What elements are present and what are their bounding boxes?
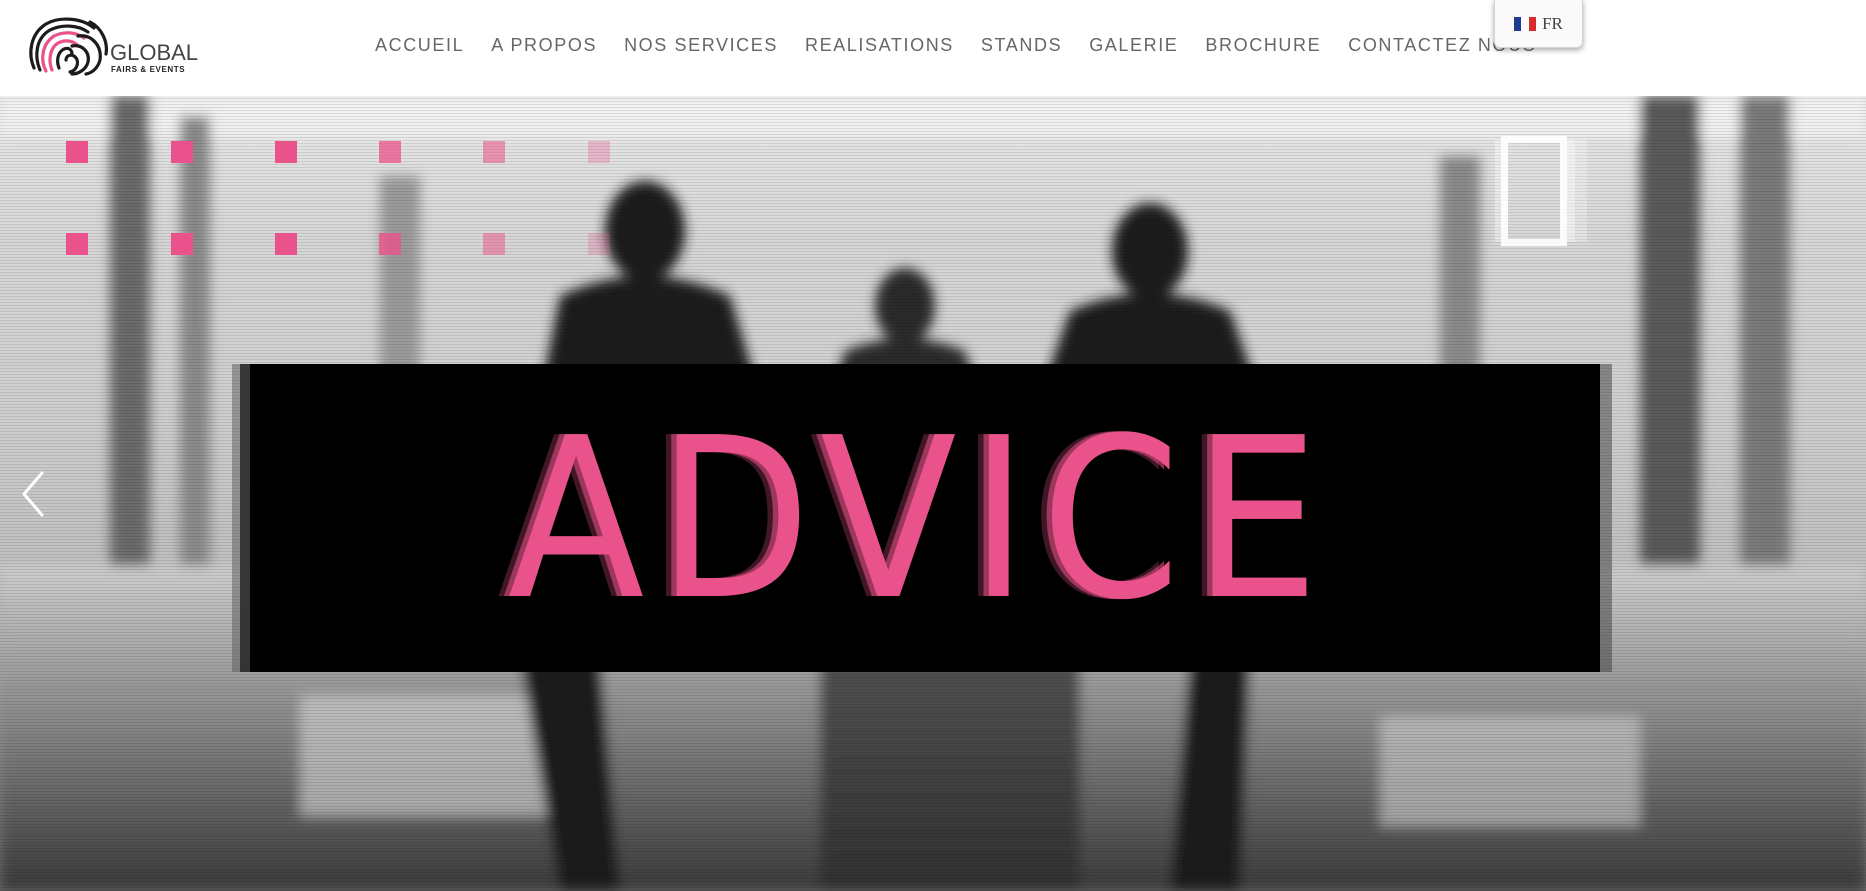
headline-banner: ADVICE — [250, 364, 1600, 672]
square-dot — [275, 141, 297, 163]
slider-prev-button[interactable] — [16, 469, 50, 519]
square-dot — [379, 233, 401, 255]
hero-headline: ADVICE — [508, 391, 1332, 649]
language-label: FR — [1542, 13, 1563, 33]
nav-item-realisations[interactable]: REALISATIONS — [805, 35, 954, 56]
square-dot — [588, 233, 610, 255]
nav-item-stands[interactable]: STANDS — [981, 35, 1062, 56]
decorative-frame — [1501, 136, 1567, 246]
square-dot — [275, 233, 297, 255]
site-header: GLOBAL FAIRS & EVENTS ACCUEIL A PROPOS N… — [0, 0, 1866, 96]
logo-tagline: FAIRS & EVENTS — [111, 65, 186, 74]
logo[interactable]: GLOBAL FAIRS & EVENTS — [26, 16, 199, 76]
language-switcher[interactable]: FR — [1494, 0, 1583, 48]
square-dot — [379, 141, 401, 163]
nav-item-brochure[interactable]: BROCHURE — [1205, 35, 1321, 56]
nav-item-accueil[interactable]: ACCUEIL — [375, 35, 464, 56]
square-dot — [171, 141, 193, 163]
nav-item-a-propos[interactable]: A PROPOS — [491, 35, 597, 56]
france-flag-icon — [1514, 16, 1537, 31]
square-dot — [483, 141, 505, 163]
square-dot — [171, 233, 193, 255]
chevron-left-icon — [22, 471, 44, 517]
square-dot — [588, 141, 610, 163]
square-dot — [483, 233, 505, 255]
main-nav: ACCUEIL A PROPOS NOS SERVICES REALISATIO… — [375, 30, 1563, 60]
nav-item-galerie[interactable]: GALERIE — [1089, 35, 1178, 56]
hero-slider: ADVICE — [0, 96, 1866, 891]
square-dot — [66, 233, 88, 255]
nav-item-nos-services[interactable]: NOS SERVICES — [624, 35, 778, 56]
fingerprint-logo-icon — [29, 17, 108, 76]
square-dot — [66, 141, 88, 163]
logo-name: GLOBAL — [110, 40, 199, 65]
logo-text: GLOBAL FAIRS & EVENTS — [110, 40, 199, 75]
